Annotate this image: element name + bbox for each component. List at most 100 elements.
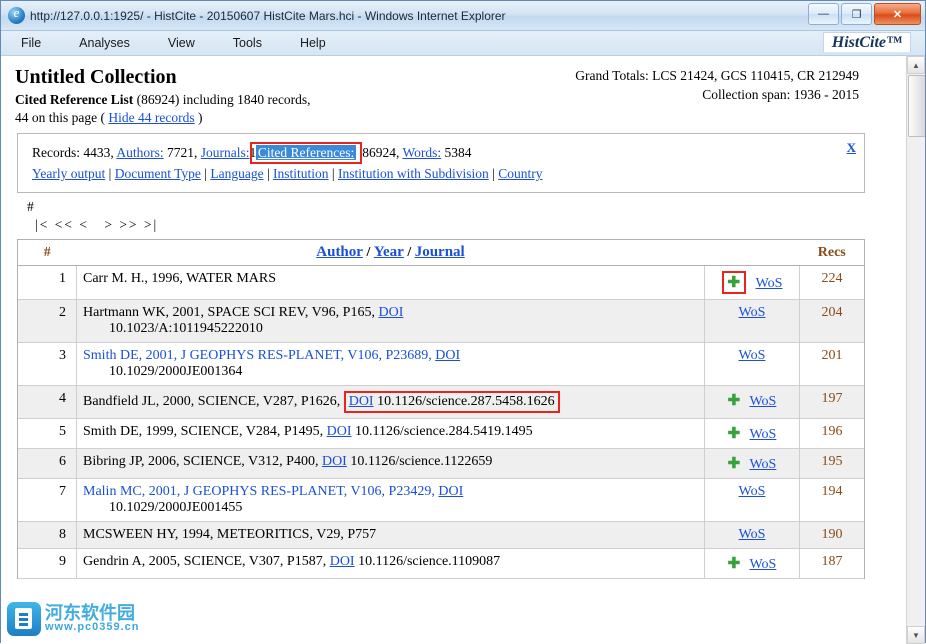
- wos-link[interactable]: WoS: [749, 427, 776, 442]
- row-wos-cell: WoS: [704, 342, 800, 386]
- crl-label: Cited Reference List: [15, 92, 134, 107]
- pager-next[interactable]: >: [94, 217, 114, 232]
- row-wos-cell: WoS: [704, 521, 800, 549]
- close-button[interactable]: ✕: [874, 3, 921, 25]
- scroll-down-icon[interactable]: ▼: [907, 626, 925, 644]
- menu-item-view[interactable]: View: [164, 34, 199, 52]
- row-recs: 197: [799, 385, 864, 419]
- wos-link[interactable]: WoS: [749, 557, 776, 572]
- row-wos-cell: ✚ WoS: [704, 448, 800, 479]
- row-wos-cell: WoS: [704, 299, 800, 343]
- wos-link[interactable]: WoS: [749, 394, 776, 409]
- institution-link[interactable]: Institution: [273, 166, 329, 181]
- paren-open: (: [100, 110, 106, 125]
- cited-reference-table-wrapper: # Author / Year / Journal Recs 1 Carr M.…: [17, 239, 865, 579]
- yearly-output-link[interactable]: Yearly output: [32, 166, 105, 181]
- doi-link[interactable]: DOI: [349, 394, 374, 409]
- maximize-button[interactable]: ❐: [841, 3, 872, 25]
- wos-link[interactable]: WoS: [739, 527, 766, 542]
- row-citation: Smith DE, 1999, SCIENCE, V284, P1495, DO…: [76, 418, 705, 449]
- journals-link[interactable]: Journals:: [201, 145, 250, 160]
- doi-link[interactable]: DOI: [438, 484, 463, 499]
- menu-item-file[interactable]: File: [17, 34, 45, 52]
- authors-value: 7721,: [167, 145, 198, 160]
- header-wos: [704, 240, 800, 266]
- row-number: 4: [18, 385, 77, 419]
- words-link[interactable]: Words:: [403, 145, 442, 160]
- menu-item-help[interactable]: Help: [296, 34, 330, 52]
- table-row: 2 Hartmann WK, 2001, SPACE SCI REV, V96,…: [18, 299, 864, 343]
- wos-link[interactable]: WoS: [749, 457, 776, 472]
- row-number: 2: [18, 299, 77, 343]
- table-row: 6 Bibring JP, 2006, SCIENCE, V312, P400,…: [18, 448, 864, 479]
- expand-icon[interactable]: ✚: [728, 455, 741, 472]
- sort-by-journal-link[interactable]: Journal: [415, 244, 465, 260]
- hdr-sep-2: /: [407, 245, 412, 260]
- scrollbar-thumb[interactable]: [908, 75, 925, 137]
- header-recs: Recs: [799, 240, 864, 266]
- citation-text[interactable]: Smith DE, 2001, J GEOPHYS RES-PLANET, V1…: [83, 348, 432, 363]
- doi-link[interactable]: DOI: [378, 305, 403, 320]
- cited-references-highlight-box: Cited References:: [249, 142, 363, 164]
- scroll-up-icon[interactable]: ▲: [907, 56, 925, 74]
- row-wos-cell: ✚ WoS: [704, 548, 800, 579]
- doi-link[interactable]: DOI: [435, 348, 460, 363]
- wos-link[interactable]: WoS: [739, 484, 766, 499]
- hide-records-link[interactable]: Hide 44 records: [108, 110, 194, 125]
- institution-with-subdivision-link[interactable]: Institution with Subdivision: [338, 166, 489, 181]
- doi-value: 10.1126/science.1109087: [358, 554, 501, 569]
- pager-prev[interactable]: <: [79, 217, 89, 232]
- row-number: 6: [18, 448, 77, 479]
- pager-next-fast[interactable]: >>: [119, 217, 138, 232]
- row-citation: Bandfield JL, 2000, SCIENCE, V287, P1626…: [76, 385, 705, 419]
- menu-item-tools[interactable]: Tools: [229, 34, 266, 52]
- row-recs: 204: [799, 299, 864, 343]
- row-wos-cell: WoS: [704, 478, 800, 522]
- window-controls: — ❐ ✕: [808, 3, 921, 25]
- citation-text[interactable]: Malin MC, 2001, J GEOPHYS RES-PLANET, V1…: [83, 484, 435, 499]
- minimize-button[interactable]: —: [808, 3, 839, 25]
- expand-icon[interactable]: ✚: [728, 425, 741, 442]
- page-body: Grand Totals: LCS 21424, GCS 110415, CR …: [1, 56, 881, 579]
- country-link[interactable]: Country: [498, 166, 542, 181]
- summary-links-row: Yearly output | Document Type | Language…: [32, 164, 854, 184]
- close-icon[interactable]: X: [847, 140, 856, 156]
- watermark-logo-icon: [7, 602, 41, 636]
- wos-link[interactable]: WoS: [739, 348, 766, 363]
- authors-link[interactable]: Authors:: [116, 145, 163, 160]
- row-citation: Gendrin A, 2005, SCIENCE, V307, P1587, D…: [76, 548, 705, 579]
- row-recs: 201: [799, 342, 864, 386]
- vertical-scrollbar[interactable]: ▲ ▼: [906, 56, 925, 644]
- doi-link[interactable]: DOI: [330, 554, 355, 569]
- wos-link[interactable]: WoS: [756, 276, 783, 291]
- language-link[interactable]: Language: [210, 166, 263, 181]
- citation-second-line: 10.1029/2000JE001364: [109, 364, 243, 379]
- document-type-link[interactable]: Document Type: [115, 166, 201, 181]
- pager-prev-fast[interactable]: <<: [55, 217, 74, 232]
- pager-first[interactable]: |<: [35, 217, 49, 232]
- row-wos-cell: ✚ WoS: [704, 265, 800, 300]
- row-number: 9: [18, 548, 77, 579]
- table-row: 9 Gendrin A, 2005, SCIENCE, V307, P1587,…: [18, 548, 864, 579]
- citation-second-line: 10.1029/2000JE001455: [109, 500, 243, 515]
- expand-icon[interactable]: ✚: [728, 392, 741, 409]
- watermark: 河东软件园 www.pc0359.cn: [7, 602, 140, 636]
- on-this-page-text: 44 on this page: [15, 110, 98, 125]
- cited-references-link[interactable]: Cited References:: [255, 145, 357, 160]
- expand-icon[interactable]: ✚: [728, 274, 741, 291]
- sort-by-year-link[interactable]: Year: [374, 244, 404, 260]
- sort-by-author-link[interactable]: Author: [316, 244, 363, 260]
- doi-value: 10.1126/science.1122659: [350, 454, 493, 469]
- grand-totals-block: Grand Totals: LCS 21424, GCS 110415, CR …: [575, 66, 859, 104]
- table-row: 7 Malin MC, 2001, J GEOPHYS RES-PLANET, …: [18, 478, 864, 522]
- row-recs: 190: [799, 521, 864, 549]
- doi-link[interactable]: DOI: [327, 424, 352, 439]
- citation-text: Gendrin A, 2005, SCIENCE, V307, P1587,: [83, 554, 327, 569]
- ie-window: http://127.0.0.1:1925/ - HistCite - 2015…: [0, 0, 926, 644]
- pager-last[interactable]: >|: [144, 217, 158, 232]
- doi-link[interactable]: DOI: [322, 454, 347, 469]
- expand-icon[interactable]: ✚: [728, 555, 741, 572]
- internet-explorer-icon: [8, 5, 25, 24]
- menu-item-analyses[interactable]: Analyses: [75, 34, 134, 52]
- wos-link[interactable]: WoS: [739, 305, 766, 320]
